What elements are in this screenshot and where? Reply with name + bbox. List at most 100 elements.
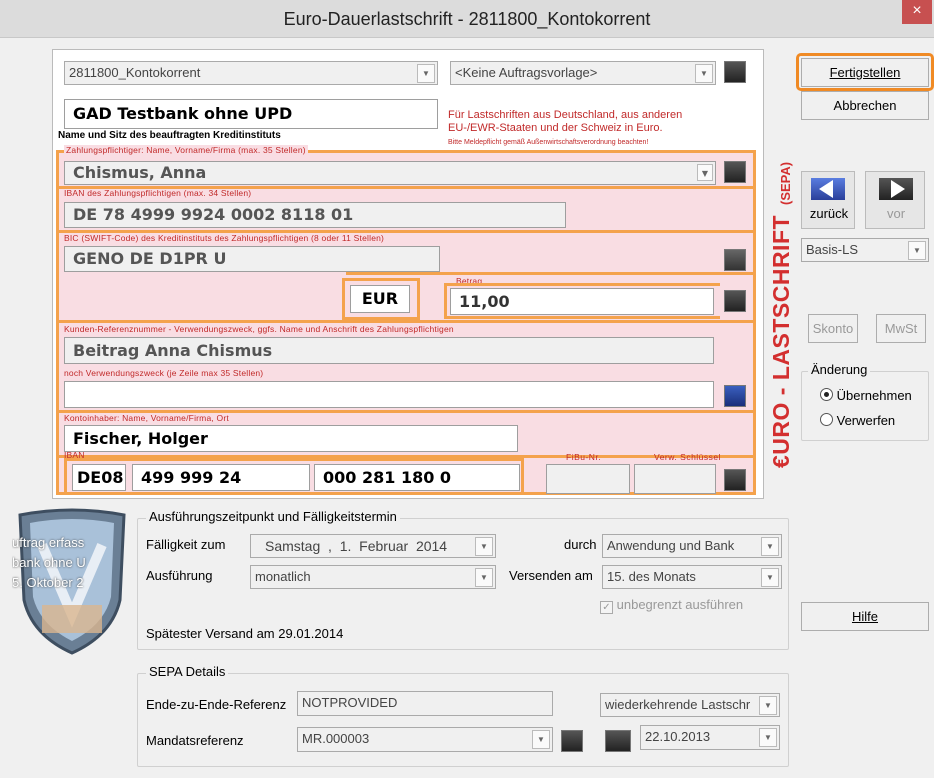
bic-label: BIC (SWIFT-Code) des Kreditinstituts des… <box>64 233 385 243</box>
skonto-button[interactable]: Skonto <box>808 314 858 343</box>
radio-checked-icon <box>820 388 833 401</box>
radio-discard[interactable]: Verwerfen <box>820 413 895 428</box>
close-button[interactable]: × <box>902 0 932 24</box>
mandate-lookup-icon[interactable] <box>561 730 583 752</box>
sepa-type-select[interactable]: wiederkehrende Lastschr ▼ <box>600 693 780 717</box>
chevron-down-icon[interactable]: ▼ <box>475 537 493 556</box>
purpose2-label: noch Verwendungszweck (je Zeile max 35 S… <box>64 368 264 378</box>
exec-label: Ausführung <box>146 568 213 583</box>
chevron-down-icon[interactable]: ▼ <box>761 568 779 587</box>
mandate-date-value: 22.10.2013 <box>645 729 711 744</box>
chevron-down-icon[interactable]: ▼ <box>417 64 435 83</box>
chevron-down-icon[interactable]: ▼ <box>532 730 550 749</box>
chevron-down-icon[interactable]: ▼ <box>908 241 926 260</box>
due-date-select[interactable]: Samstag , 1. Februar 2014 ▼ <box>250 534 496 558</box>
help-label: Hilfe <box>851 609 878 624</box>
divider <box>56 320 756 323</box>
due-date-value: Samstag , 1. Februar 2014 <box>265 538 448 554</box>
address-book-icon[interactable] <box>724 161 746 183</box>
badge-line-3: 5. Oktober 2 <box>12 575 84 590</box>
radio-apply-label: Übernehmen <box>836 388 912 403</box>
mandate-select[interactable]: MR.000003 ▼ <box>297 727 553 752</box>
purpose2-field[interactable] <box>64 381 714 408</box>
account-select-value: 2811800_Kontokorrent <box>69 65 201 80</box>
change-legend: Änderung <box>808 362 871 377</box>
debit-type-select[interactable]: Basis-LS ▼ <box>801 238 929 262</box>
debit-type-value: Basis-LS <box>806 242 859 257</box>
bic-field[interactable]: GENO DE D1PR U <box>64 246 440 272</box>
e2e-field[interactable]: NOTPROVIDED <box>297 691 553 716</box>
reference-field[interactable]: Beitrag Anna Chismus <box>64 337 714 364</box>
chevron-down-icon[interactable]: ▼ <box>697 164 713 181</box>
calculator-icon[interactable] <box>724 290 746 312</box>
template-select-value: <Keine Auftragsvorlage> <box>455 65 598 80</box>
chevron-down-icon[interactable]: ▼ <box>759 728 777 747</box>
vertical-title-svg: €URO - LASTSCHRIFT (SEPA) <box>768 162 794 468</box>
mandate-manage-icon[interactable] <box>605 730 631 752</box>
exec-select[interactable]: monatlich ▼ <box>250 565 496 589</box>
radio-unchecked-icon <box>820 413 833 426</box>
cancel-button[interactable]: Abbrechen <box>801 91 929 120</box>
send-label: Versenden am <box>509 568 593 583</box>
next-label: vor <box>886 206 906 221</box>
info-line-3: Bitte Meldepflicht gemäß Außenwirtschaft… <box>448 139 649 146</box>
template-select[interactable]: <Keine Auftragsvorlage> ▼ <box>450 61 716 85</box>
next-button[interactable]: vor <box>865 171 925 229</box>
back-label: zurück <box>809 206 849 221</box>
verw-field[interactable] <box>634 464 716 494</box>
badge-line-2: bank ohne U <box>12 555 86 570</box>
checkbox-checked-icon: ✓ <box>600 601 613 614</box>
badge-line-1: uftrag erfass <box>12 535 85 550</box>
unlimited-label: unbegrenzt ausführen <box>616 597 744 612</box>
info-line-2: EU-/EWR-Staaten und der Schweiz in Euro. <box>448 122 663 134</box>
radio-apply[interactable]: Übernehmen <box>820 388 912 403</box>
bank-name-field: GAD Testbank ohne UPD <box>64 99 438 129</box>
account-select[interactable]: 2811800_Kontokorrent ▼ <box>64 61 438 85</box>
holder-label: Kontoinhaber: Name, Vorname/Firma, Ort <box>64 413 229 423</box>
reference-label: Kunden-Referenznummer - Verwendungszweck… <box>64 324 454 334</box>
iban-payer-label: IBAN des Zahlungspflichtigen (max. 34 St… <box>64 188 252 198</box>
currency-field: EUR <box>350 285 410 313</box>
bic-lookup-icon[interactable] <box>724 249 746 271</box>
send-select[interactable]: 15. des Monats ▼ <box>602 565 782 589</box>
mwst-button[interactable]: MwSt <box>876 314 926 343</box>
fibu-field[interactable] <box>546 464 630 494</box>
verw-label: Verw. Schlüssel <box>654 452 722 462</box>
chevron-down-icon[interactable]: ▼ <box>759 696 777 715</box>
payer-name-field[interactable]: Chismus, Anna ▼ <box>64 161 716 185</box>
vertical-title-text: €URO - LASTSCHRIFT <box>768 215 794 468</box>
text-editor-icon[interactable] <box>724 385 746 407</box>
payer-name-value: Chismus, Anna <box>73 163 207 182</box>
sepa-legend: SEPA Details <box>146 664 229 679</box>
e2e-label: Ende-zu-Ende-Referenz <box>146 697 287 712</box>
chevron-down-icon[interactable]: ▼ <box>475 568 493 587</box>
unlimited-checkbox[interactable]: ✓ unbegrenzt ausführen <box>600 597 743 614</box>
chevron-down-icon[interactable]: ▼ <box>761 537 779 556</box>
next-arrow-icon <box>879 178 913 200</box>
through-select[interactable]: Anwendung und Bank ▼ <box>602 534 782 558</box>
change-group <box>801 371 929 441</box>
window-title: Euro-Dauerlastschrift - 2811800_Kontokor… <box>283 9 651 29</box>
mandate-date-field[interactable]: 22.10.2013 ▼ <box>640 725 780 750</box>
iban-part-3[interactable]: 000 281 180 0 <box>314 464 520 491</box>
template-action-icon[interactable] <box>724 61 746 83</box>
info-line-1: Für Lastschriften aus Deutschland, aus a… <box>448 109 683 121</box>
amount-field[interactable]: 11,00 <box>450 288 714 315</box>
iban-payer-field[interactable]: DE 78 4999 9924 0002 8118 01 <box>64 202 566 228</box>
status-shield-image: uftrag erfass bank ohne U 5. Oktober 2 <box>12 505 130 655</box>
iban-part-2[interactable]: 499 999 24 <box>132 464 310 491</box>
holder-field[interactable]: Fischer, Holger <box>64 425 518 452</box>
vertical-title-area: €URO - LASTSCHRIFT (SEPA) <box>756 150 802 495</box>
sepa-group <box>137 673 789 767</box>
chevron-down-icon[interactable]: ▼ <box>695 64 713 83</box>
iban-part-1[interactable]: DE08 <box>72 464 126 491</box>
finish-button[interactable]: Fertigstellen <box>801 58 929 87</box>
back-button[interactable]: zurück <box>801 171 855 229</box>
vertical-sepa-text: (SEPA) <box>778 162 793 205</box>
send-value: 15. des Monats <box>607 569 696 584</box>
fibu-label: FiBu-Nr. <box>566 452 602 462</box>
help-button[interactable]: Hilfe <box>801 602 929 631</box>
through-label: durch <box>564 537 597 552</box>
radio-discard-label: Verwerfen <box>836 413 896 428</box>
key-lookup-icon[interactable] <box>724 469 746 491</box>
